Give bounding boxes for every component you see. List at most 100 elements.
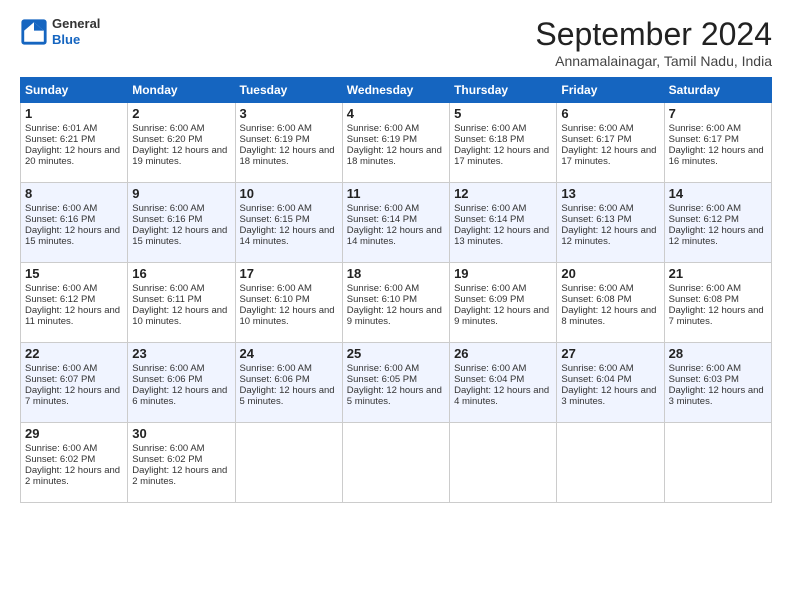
table-row: 9 Sunrise: 6:00 AM Sunset: 6:16 PM Dayli…: [128, 183, 235, 263]
col-wednesday: Wednesday: [342, 78, 449, 103]
table-row: 16 Sunrise: 6:00 AM Sunset: 6:11 PM Dayl…: [128, 263, 235, 343]
daylight-text: Daylight: 12 hours and 2 minutes.: [25, 465, 120, 487]
calendar-table: Sunday Monday Tuesday Wednesday Thursday…: [20, 77, 772, 503]
sunrise-text: Sunrise: 6:00 AM: [347, 123, 419, 134]
sunrise-text: Sunrise: 6:00 AM: [454, 363, 526, 374]
table-row: 7 Sunrise: 6:00 AM Sunset: 6:17 PM Dayli…: [664, 103, 771, 183]
table-row: 6 Sunrise: 6:00 AM Sunset: 6:17 PM Dayli…: [557, 103, 664, 183]
sunrise-text: Sunrise: 6:00 AM: [454, 123, 526, 134]
sunset-text: Sunset: 6:10 PM: [347, 294, 417, 305]
sunset-text: Sunset: 6:16 PM: [25, 214, 95, 225]
day-number: 16: [132, 266, 230, 281]
sunset-text: Sunset: 6:21 PM: [25, 134, 95, 145]
sunset-text: Sunset: 6:03 PM: [669, 374, 739, 385]
daylight-text: Daylight: 12 hours and 7 minutes.: [25, 385, 120, 407]
logo: General Blue: [20, 16, 100, 47]
table-row: 27 Sunrise: 6:00 AM Sunset: 6:04 PM Dayl…: [557, 343, 664, 423]
day-number: 25: [347, 346, 445, 361]
logo-general: General: [52, 16, 100, 32]
sunset-text: Sunset: 6:13 PM: [561, 214, 631, 225]
calendar-row: 22 Sunrise: 6:00 AM Sunset: 6:07 PM Dayl…: [21, 343, 772, 423]
table-row: 11 Sunrise: 6:00 AM Sunset: 6:14 PM Dayl…: [342, 183, 449, 263]
day-number: 18: [347, 266, 445, 281]
day-number: 20: [561, 266, 659, 281]
day-number: 29: [25, 426, 123, 441]
day-number: 4: [347, 106, 445, 121]
location: Annamalainagar, Tamil Nadu, India: [535, 53, 772, 69]
sunset-text: Sunset: 6:12 PM: [25, 294, 95, 305]
table-row: 18 Sunrise: 6:00 AM Sunset: 6:10 PM Dayl…: [342, 263, 449, 343]
sunset-text: Sunset: 6:02 PM: [25, 454, 95, 465]
day-number: 15: [25, 266, 123, 281]
header-row: Sunday Monday Tuesday Wednesday Thursday…: [21, 78, 772, 103]
title-block: September 2024 Annamalainagar, Tamil Nad…: [535, 16, 772, 69]
month-title: September 2024: [535, 16, 772, 53]
calendar-row: 29 Sunrise: 6:00 AM Sunset: 6:02 PM Dayl…: [21, 423, 772, 503]
sunrise-text: Sunrise: 6:00 AM: [669, 363, 741, 374]
table-row: [450, 423, 557, 503]
calendar-row: 1 Sunrise: 6:01 AM Sunset: 6:21 PM Dayli…: [21, 103, 772, 183]
sunrise-text: Sunrise: 6:00 AM: [561, 283, 633, 294]
day-number: 7: [669, 106, 767, 121]
table-row: 22 Sunrise: 6:00 AM Sunset: 6:07 PM Dayl…: [21, 343, 128, 423]
sunset-text: Sunset: 6:11 PM: [132, 294, 202, 305]
day-number: 6: [561, 106, 659, 121]
day-number: 21: [669, 266, 767, 281]
table-row: 15 Sunrise: 6:00 AM Sunset: 6:12 PM Dayl…: [21, 263, 128, 343]
daylight-text: Daylight: 12 hours and 12 minutes.: [669, 225, 764, 247]
table-row: 5 Sunrise: 6:00 AM Sunset: 6:18 PM Dayli…: [450, 103, 557, 183]
daylight-text: Daylight: 12 hours and 13 minutes.: [454, 225, 549, 247]
sunset-text: Sunset: 6:16 PM: [132, 214, 202, 225]
table-row: 23 Sunrise: 6:00 AM Sunset: 6:06 PM Dayl…: [128, 343, 235, 423]
sunset-text: Sunset: 6:05 PM: [347, 374, 417, 385]
sunrise-text: Sunrise: 6:00 AM: [347, 363, 419, 374]
daylight-text: Daylight: 12 hours and 15 minutes.: [132, 225, 227, 247]
col-saturday: Saturday: [664, 78, 771, 103]
table-row: 4 Sunrise: 6:00 AM Sunset: 6:19 PM Dayli…: [342, 103, 449, 183]
day-number: 3: [240, 106, 338, 121]
table-row: [557, 423, 664, 503]
daylight-text: Daylight: 12 hours and 17 minutes.: [454, 145, 549, 167]
day-number: 12: [454, 186, 552, 201]
day-number: 26: [454, 346, 552, 361]
sunrise-text: Sunrise: 6:00 AM: [561, 203, 633, 214]
day-number: 30: [132, 426, 230, 441]
calendar-page: General Blue September 2024 Annamalainag…: [0, 0, 792, 612]
day-number: 17: [240, 266, 338, 281]
table-row: 24 Sunrise: 6:00 AM Sunset: 6:06 PM Dayl…: [235, 343, 342, 423]
sunset-text: Sunset: 6:15 PM: [240, 214, 310, 225]
sunrise-text: Sunrise: 6:00 AM: [132, 203, 204, 214]
daylight-text: Daylight: 12 hours and 3 minutes.: [561, 385, 656, 407]
sunrise-text: Sunrise: 6:00 AM: [132, 123, 204, 134]
table-row: 17 Sunrise: 6:00 AM Sunset: 6:10 PM Dayl…: [235, 263, 342, 343]
daylight-text: Daylight: 12 hours and 16 minutes.: [669, 145, 764, 167]
day-number: 9: [132, 186, 230, 201]
sunset-text: Sunset: 6:02 PM: [132, 454, 202, 465]
day-number: 5: [454, 106, 552, 121]
col-monday: Monday: [128, 78, 235, 103]
sunset-text: Sunset: 6:08 PM: [561, 294, 631, 305]
sunset-text: Sunset: 6:08 PM: [669, 294, 739, 305]
table-row: 2 Sunrise: 6:00 AM Sunset: 6:20 PM Dayli…: [128, 103, 235, 183]
sunrise-text: Sunrise: 6:00 AM: [561, 123, 633, 134]
day-number: 28: [669, 346, 767, 361]
sunset-text: Sunset: 6:14 PM: [454, 214, 524, 225]
table-row: 26 Sunrise: 6:00 AM Sunset: 6:04 PM Dayl…: [450, 343, 557, 423]
sunset-text: Sunset: 6:19 PM: [240, 134, 310, 145]
sunrise-text: Sunrise: 6:00 AM: [25, 443, 97, 454]
day-number: 2: [132, 106, 230, 121]
sunrise-text: Sunrise: 6:00 AM: [454, 203, 526, 214]
sunset-text: Sunset: 6:10 PM: [240, 294, 310, 305]
day-number: 13: [561, 186, 659, 201]
sunset-text: Sunset: 6:17 PM: [669, 134, 739, 145]
sunrise-text: Sunrise: 6:00 AM: [561, 363, 633, 374]
table-row: 12 Sunrise: 6:00 AM Sunset: 6:14 PM Dayl…: [450, 183, 557, 263]
daylight-text: Daylight: 12 hours and 14 minutes.: [347, 225, 442, 247]
daylight-text: Daylight: 12 hours and 9 minutes.: [454, 305, 549, 327]
col-friday: Friday: [557, 78, 664, 103]
day-number: 8: [25, 186, 123, 201]
table-row: 20 Sunrise: 6:00 AM Sunset: 6:08 PM Dayl…: [557, 263, 664, 343]
sunset-text: Sunset: 6:14 PM: [347, 214, 417, 225]
sunrise-text: Sunrise: 6:00 AM: [669, 283, 741, 294]
table-row: 29 Sunrise: 6:00 AM Sunset: 6:02 PM Dayl…: [21, 423, 128, 503]
